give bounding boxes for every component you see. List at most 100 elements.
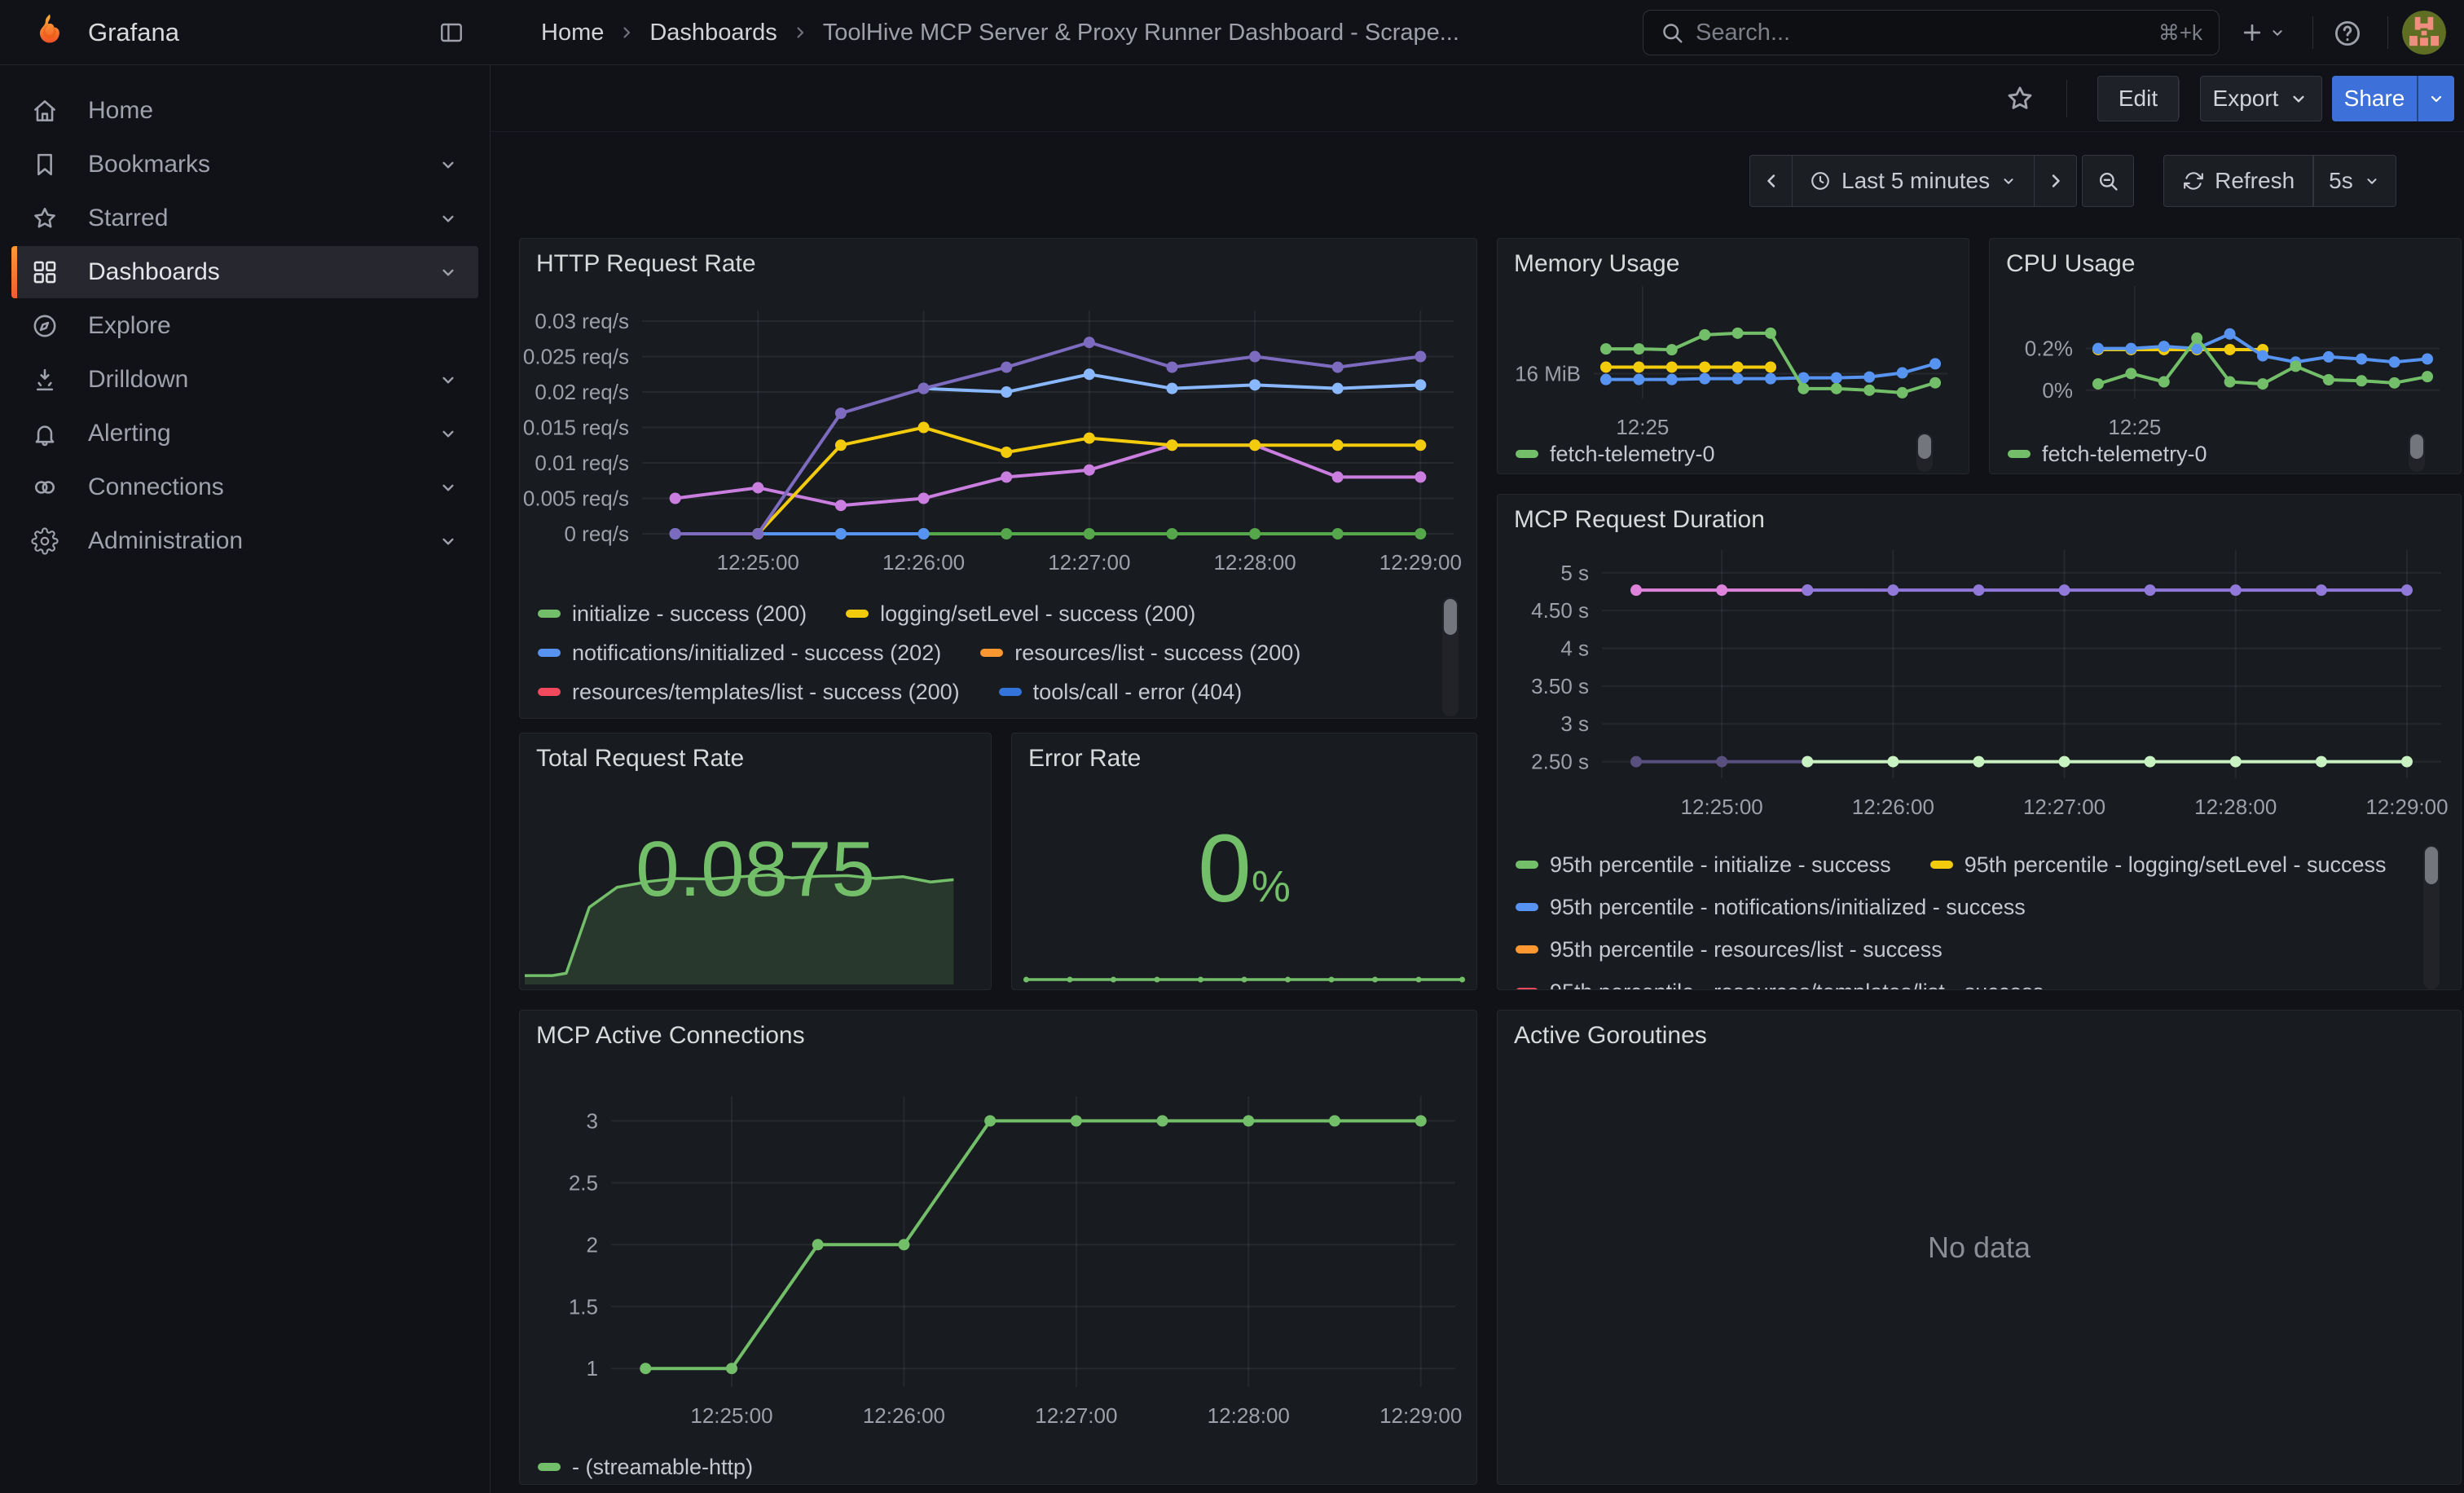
y-tick-label: 0.005 req/s xyxy=(523,487,629,511)
x-tick-label: 12:25:00 xyxy=(1681,795,1763,819)
legend-swatch xyxy=(1516,903,1538,911)
sidebar-item-starred[interactable]: Starred xyxy=(11,192,478,244)
export-button[interactable]: Export xyxy=(2200,76,2322,121)
share-menu-button[interactable] xyxy=(2417,76,2454,121)
y-tick-label: 0.02 req/s xyxy=(535,380,629,404)
bookmark-icon xyxy=(31,151,59,178)
chevron-down-icon[interactable] xyxy=(438,477,459,498)
legend-item[interactable]: resources/templates/list - success (200) xyxy=(538,680,960,705)
legend-item[interactable]: 95th percentile - initialize - success xyxy=(1516,852,1891,878)
legend-item[interactable]: resources/list - success (200) xyxy=(980,641,1300,666)
legend-swatch xyxy=(846,610,869,618)
search-input[interactable] xyxy=(1696,20,2147,46)
mcp-active-connections-chart[interactable]: 32.521.5112:25:0012:26:0012:27:0012:28:0… xyxy=(520,1011,1476,1484)
bell-icon xyxy=(31,420,59,447)
x-tick-label: 12:27:00 xyxy=(1035,1403,1117,1428)
legend-swatch xyxy=(1516,450,1538,458)
stat-value: 0% xyxy=(1012,813,1476,924)
panel-error-rate: Error Rate 0% xyxy=(1011,733,1477,990)
legend-label: 95th percentile - resources/templates/li… xyxy=(1550,980,2044,990)
stat-value: 0.0875 xyxy=(520,825,991,914)
brand-title: Grafana xyxy=(88,0,179,65)
legend-item[interactable]: - (streamable-http) xyxy=(538,1455,753,1480)
home-icon xyxy=(31,97,59,125)
legend-scrollbar[interactable] xyxy=(2409,433,2425,472)
search-box[interactable]: ⌘+k xyxy=(1643,10,2220,55)
legend-label: - (streamable-http) xyxy=(572,1455,753,1480)
panel-title: Total Request Rate xyxy=(536,745,744,773)
add-new-button[interactable] xyxy=(2239,20,2286,46)
x-tick-label: 12:29:00 xyxy=(1379,1403,1462,1428)
breadcrumb-link[interactable]: Home xyxy=(541,20,604,46)
chevron-down-icon[interactable] xyxy=(438,531,459,552)
error-rate-sparkline xyxy=(1022,957,1467,986)
legend-item[interactable]: 95th percentile - resources/list - succe… xyxy=(1516,937,1943,962)
no-data-message: No data xyxy=(1498,1231,2461,1265)
breadcrumb-separator-icon xyxy=(617,23,636,42)
sidebar-item-administration[interactable]: Administration xyxy=(11,515,478,567)
sidebar-item-alerting[interactable]: Alerting xyxy=(11,407,478,460)
share-button[interactable]: Share xyxy=(2332,76,2417,121)
chevron-down-icon xyxy=(2363,172,2381,190)
zoom-out-button[interactable] xyxy=(2082,155,2134,207)
legend-item[interactable]: fetch-telemetry-0 xyxy=(2008,442,2207,467)
chevron-left-icon xyxy=(1760,170,1783,192)
chart-legend: fetch-telemetry-0 xyxy=(2008,436,2396,472)
time-range-picker[interactable]: Last 5 minutes xyxy=(1792,155,2035,207)
legend-item[interactable]: initialize - success (200) xyxy=(538,601,807,627)
zoom-out-icon xyxy=(2097,170,2119,192)
legend-item[interactable]: fetch-telemetry-0 xyxy=(1516,442,1715,467)
sidebar-item-label: Drilldown xyxy=(88,366,188,394)
breadcrumb-separator-icon xyxy=(790,23,810,42)
edit-button[interactable]: Edit xyxy=(2097,76,2179,121)
chart-legend: - (streamable-http) xyxy=(538,1449,1444,1485)
legend-swatch xyxy=(2008,450,2031,458)
panel-mcp-request-duration: MCP Request Duration 5 s4.50 s4 s3.50 s3… xyxy=(1497,494,2462,990)
panel-title: Error Rate xyxy=(1028,745,1141,773)
chevron-down-icon[interactable] xyxy=(438,423,459,444)
time-shift-back-button[interactable] xyxy=(1749,155,1792,207)
sidebar-item-connections[interactable]: Connections xyxy=(11,461,478,513)
x-tick-label: 12:29:00 xyxy=(2365,795,2448,819)
grafana-logo-icon[interactable] xyxy=(29,12,70,53)
legend-label: fetch-telemetry-0 xyxy=(1550,442,1715,467)
legend-scrollbar[interactable] xyxy=(1916,433,1933,472)
legend-item[interactable]: notifications/initialized - success (202… xyxy=(538,641,941,666)
legend-item[interactable]: logging/setLevel - success (200) xyxy=(846,601,1195,627)
sidebar-item-home[interactable]: Home xyxy=(11,85,478,137)
panel-total-request-rate: Total Request Rate 0.0875 xyxy=(519,733,992,990)
sidebar-item-explore[interactable]: Explore xyxy=(11,300,478,352)
chart-legend: fetch-telemetry-0 xyxy=(1516,436,1903,472)
legend-item[interactable]: 95th percentile - resources/templates/li… xyxy=(1516,980,2044,990)
chevron-down-icon[interactable] xyxy=(438,154,459,175)
panel-title: Memory Usage xyxy=(1514,250,1679,278)
x-tick-label: 12:25:00 xyxy=(717,550,799,575)
legend-item[interactable]: tools/call - error (404) xyxy=(999,680,1243,705)
refresh-button[interactable]: Refresh xyxy=(2163,155,2313,207)
x-tick-label: 12:27:00 xyxy=(2023,795,2105,819)
panel-title: CPU Usage xyxy=(2006,250,2135,278)
sidebar-item-bookmarks[interactable]: Bookmarks xyxy=(11,139,478,191)
legend-swatch xyxy=(980,649,1003,657)
help-icon[interactable] xyxy=(2332,18,2363,49)
sidebar-item-drilldown[interactable]: Drilldown xyxy=(11,354,478,406)
sidebar-item-dashboards[interactable]: Dashboards xyxy=(11,246,478,298)
breadcrumb-link[interactable]: Dashboards xyxy=(649,20,777,46)
legend-scrollbar[interactable] xyxy=(1442,597,1459,716)
chevron-down-icon[interactable] xyxy=(438,208,459,229)
favorite-star-button[interactable] xyxy=(2004,83,2035,114)
header-divider xyxy=(2387,16,2388,49)
refresh-interval-picker[interactable]: 5s xyxy=(2313,155,2396,207)
user-avatar[interactable] xyxy=(2402,11,2446,55)
chevron-down-icon[interactable] xyxy=(438,262,459,283)
time-shift-forward-button[interactable] xyxy=(2035,155,2077,207)
legend-label: resources/list - success (200) xyxy=(1014,641,1300,666)
chevron-down-icon[interactable] xyxy=(438,369,459,390)
legend-item[interactable]: 95th percentile - logging/setLevel - suc… xyxy=(1930,852,2387,878)
legend-item[interactable]: 95th percentile - notifications/initiali… xyxy=(1516,895,2026,920)
y-tick-label: 0.03 req/s xyxy=(535,309,629,333)
legend-swatch xyxy=(538,649,561,657)
legend-scrollbar[interactable] xyxy=(2423,845,2440,989)
y-tick-label: 16 MiB xyxy=(1515,362,1581,386)
sidebar-toggle-icon[interactable] xyxy=(438,20,464,46)
